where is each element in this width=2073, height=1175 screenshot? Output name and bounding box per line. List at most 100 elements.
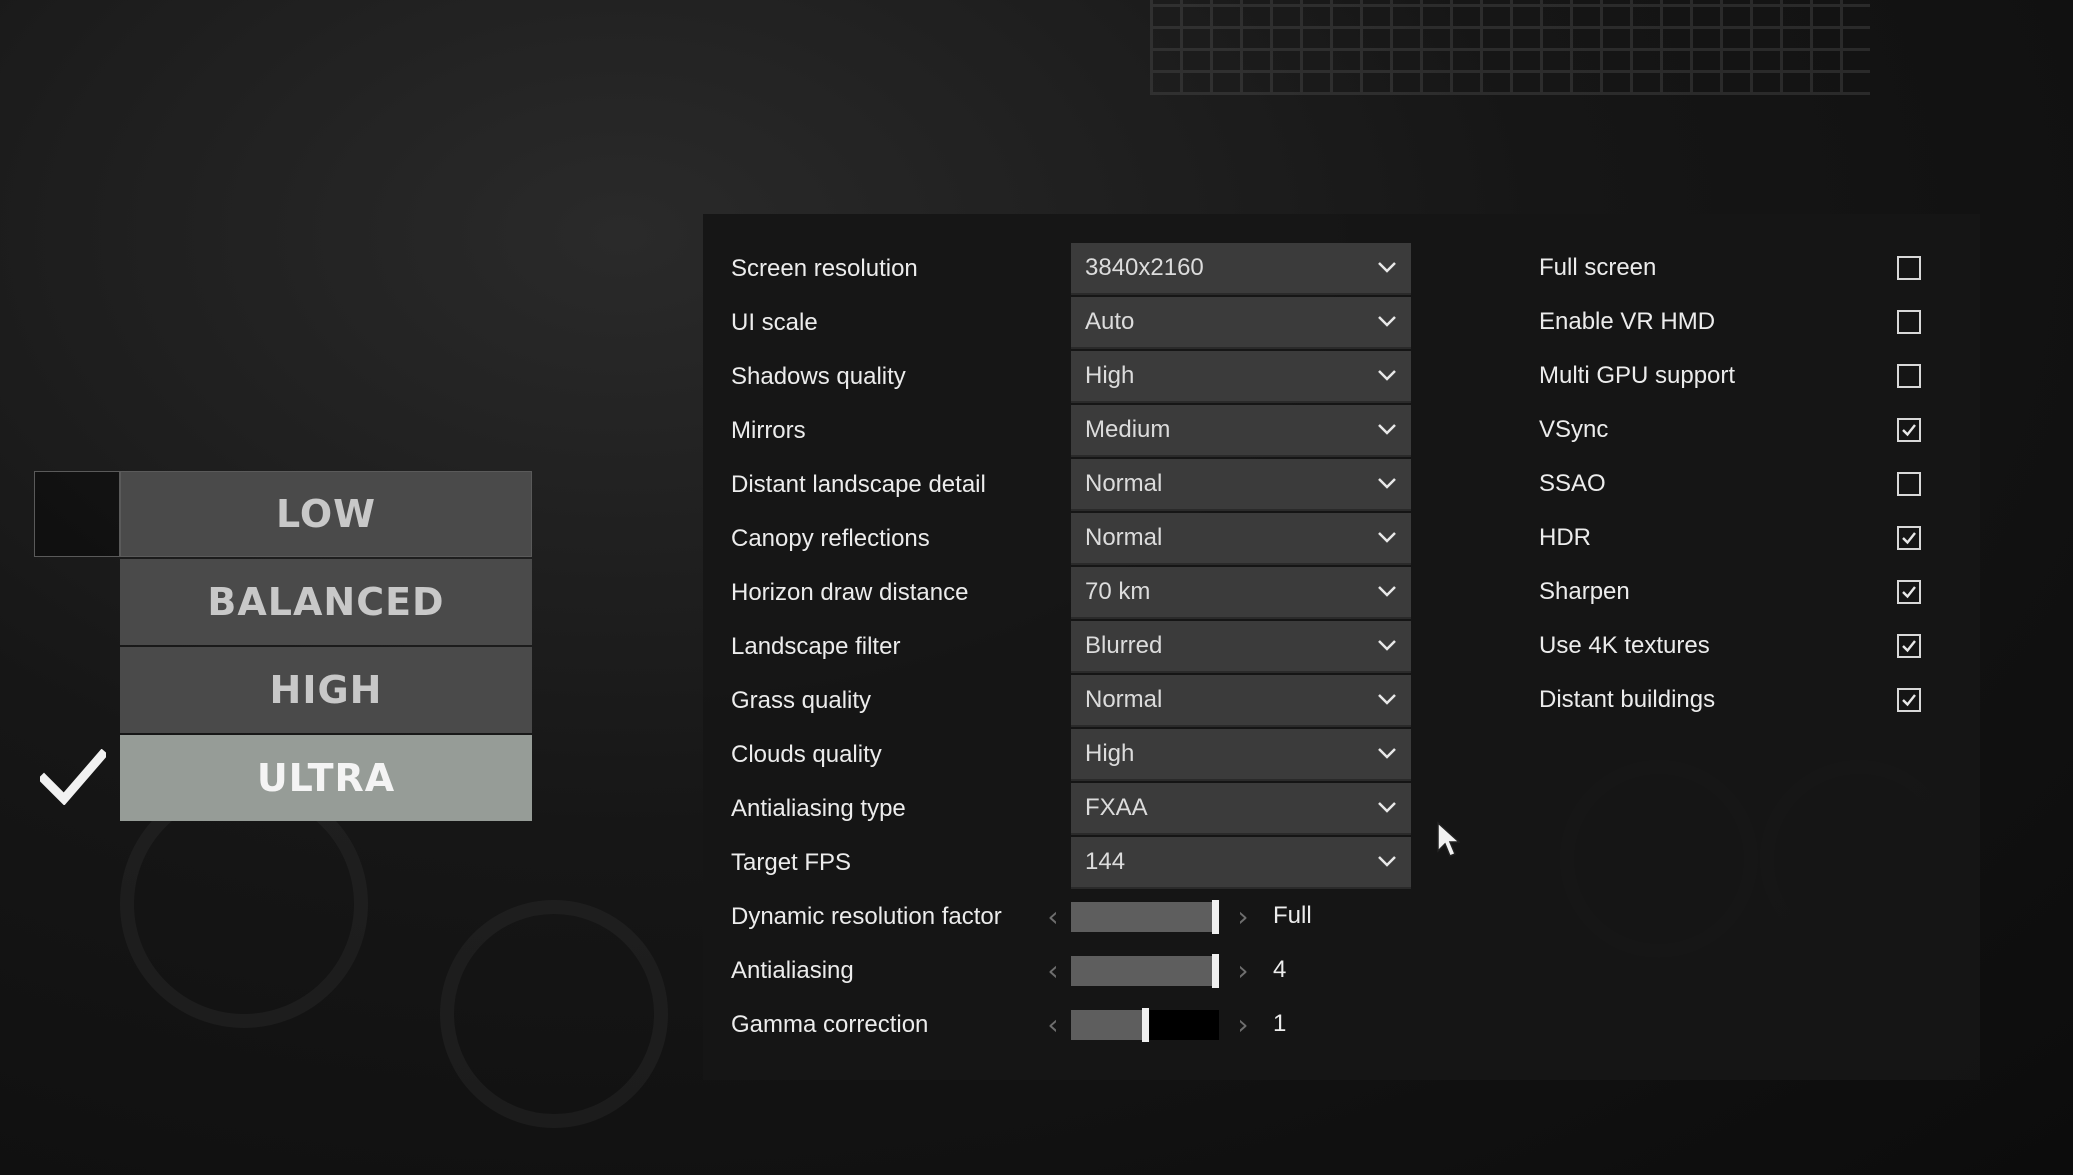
preset-balanced-button[interactable]: BALANCED (120, 559, 532, 645)
checkbox-row: Sharpen (1539, 566, 1939, 620)
checkbox-checked[interactable] (1897, 580, 1921, 604)
preset-low-button[interactable]: LOW (120, 471, 532, 557)
preset-ultra-button[interactable]: ULTRA (120, 735, 532, 821)
checkbox-row: Distant buildings (1539, 674, 1939, 728)
chevron-left-icon[interactable]: ‹ (1043, 903, 1063, 931)
dropdown-value: Medium (1085, 416, 1171, 443)
slider-track[interactable] (1071, 1008, 1219, 1042)
chevron-right-icon[interactable]: › (1233, 903, 1253, 931)
setting-label: Shadows quality (731, 363, 906, 390)
setting-dropdown[interactable]: Normal (1071, 675, 1411, 727)
checkbox-checked[interactable] (1897, 526, 1921, 550)
checkmark-icon (1902, 640, 1916, 653)
checkbox-checked[interactable] (1897, 634, 1921, 658)
checkbox-unchecked[interactable] (1897, 364, 1921, 388)
checkbox-label: Full screen (1539, 254, 1657, 281)
slider-row: Gamma correction ‹ › 1 (703, 998, 1603, 1052)
chevron-down-icon (1378, 370, 1396, 381)
checkbox-label: VSync (1539, 416, 1609, 443)
chevron-down-icon (1378, 262, 1396, 273)
chevron-right-icon[interactable]: › (1233, 957, 1253, 985)
background-wheel (440, 900, 668, 1128)
checkmark-icon (1902, 532, 1916, 545)
checkbox-checked[interactable] (1897, 418, 1921, 442)
chevron-down-icon (1378, 694, 1396, 705)
chevron-down-icon (1378, 478, 1396, 489)
setting-dropdown[interactable]: 3840x2160 (1071, 243, 1411, 295)
slider-row: Antialiasing ‹ › 4 (703, 944, 1603, 998)
preset-high-button[interactable]: HIGH (120, 647, 532, 733)
dropdown-value: Normal (1085, 686, 1163, 713)
setting-row: Screen resolution 3840x2160 (703, 242, 1483, 296)
checkbox-unchecked[interactable] (1897, 310, 1921, 334)
mouse-pointer-icon (1437, 821, 1460, 857)
chevron-right-icon[interactable]: › (1233, 1011, 1253, 1039)
setting-label: Target FPS (731, 849, 852, 876)
checkbox-label: Multi GPU support (1539, 362, 1736, 389)
dropdown-value: Blurred (1085, 632, 1163, 659)
setting-row: Mirrors Medium (703, 404, 1483, 458)
slider-track[interactable] (1071, 900, 1219, 934)
slider-thumb[interactable] (1212, 954, 1219, 988)
dropdown-value: High (1085, 362, 1135, 389)
checkmark-icon (1902, 586, 1916, 599)
slider-label: Gamma correction (731, 1011, 929, 1038)
slider-thumb[interactable] (1212, 900, 1219, 934)
dropdown-value: 144 (1085, 848, 1126, 875)
checkmark-icon (40, 749, 106, 805)
setting-label: Mirrors (731, 417, 806, 444)
checkbox-row: SSAO (1539, 458, 1939, 512)
checkmark-icon (1902, 424, 1916, 437)
checkbox-row: Multi GPU support (1539, 350, 1939, 404)
slider-control: ‹ › Full (1043, 890, 1543, 944)
checkbox-row: VSync (1539, 404, 1939, 458)
checkbox-checked[interactable] (1897, 688, 1921, 712)
setting-label: Grass quality (731, 687, 872, 714)
preset-row-ultra: ULTRA (34, 735, 532, 821)
checkbox-label: Enable VR HMD (1539, 308, 1716, 335)
setting-dropdown[interactable]: Medium (1071, 405, 1411, 457)
chevron-down-icon (1378, 640, 1396, 651)
checkbox-unchecked[interactable] (1897, 256, 1921, 280)
chevron-down-icon (1378, 532, 1396, 543)
setting-row: Clouds quality High (703, 728, 1483, 782)
chevron-left-icon[interactable]: ‹ (1043, 957, 1063, 985)
setting-dropdown[interactable]: 144 (1071, 837, 1411, 889)
preset-row-low: LOW (34, 471, 532, 557)
dropdown-value: Normal (1085, 524, 1163, 551)
setting-row: Landscape filter Blurred (703, 620, 1483, 674)
setting-dropdown[interactable]: Auto (1071, 297, 1411, 349)
dropdown-value: 3840x2160 (1085, 254, 1204, 281)
chevron-left-icon[interactable]: ‹ (1043, 1011, 1063, 1039)
background-hangar-window (1150, 0, 1870, 95)
slider-track[interactable] (1071, 954, 1219, 988)
slider-control: ‹ › 4 (1043, 944, 1543, 998)
setting-dropdown[interactable]: Normal (1071, 459, 1411, 511)
dropdown-value: FXAA (1085, 794, 1148, 821)
setting-label: Clouds quality (731, 741, 882, 768)
preset-row-high: HIGH (34, 647, 532, 733)
setting-row: Antialiasing type FXAA (703, 782, 1483, 836)
chevron-down-icon (1378, 856, 1396, 867)
setting-dropdown[interactable]: Normal (1071, 513, 1411, 565)
setting-dropdown[interactable]: 70 km (1071, 567, 1411, 619)
setting-dropdown[interactable]: High (1071, 351, 1411, 403)
setting-label: Antialiasing type (731, 795, 906, 822)
checkbox-label: HDR (1539, 524, 1591, 551)
setting-row: Shadows quality High (703, 350, 1483, 404)
checkbox-row: Use 4K textures (1539, 620, 1939, 674)
checkbox-label: SSAO (1539, 470, 1606, 497)
chevron-down-icon (1378, 748, 1396, 759)
slider-label: Dynamic resolution factor (731, 903, 1002, 930)
dropdown-value: High (1085, 740, 1135, 767)
slider-thumb[interactable] (1142, 1008, 1149, 1042)
setting-dropdown[interactable]: High (1071, 729, 1411, 781)
slider-value: 1 (1273, 1010, 1287, 1037)
preset-row-balanced: BALANCED (34, 559, 532, 645)
checkbox-unchecked[interactable] (1897, 472, 1921, 496)
graphics-settings-panel: Screen resolution 3840x2160 UI scale Auto Sh… (703, 214, 1980, 1080)
setting-dropdown[interactable]: FXAA (1071, 783, 1411, 835)
chevron-down-icon (1378, 802, 1396, 813)
setting-dropdown[interactable]: Blurred (1071, 621, 1411, 673)
setting-label: UI scale (731, 309, 818, 336)
